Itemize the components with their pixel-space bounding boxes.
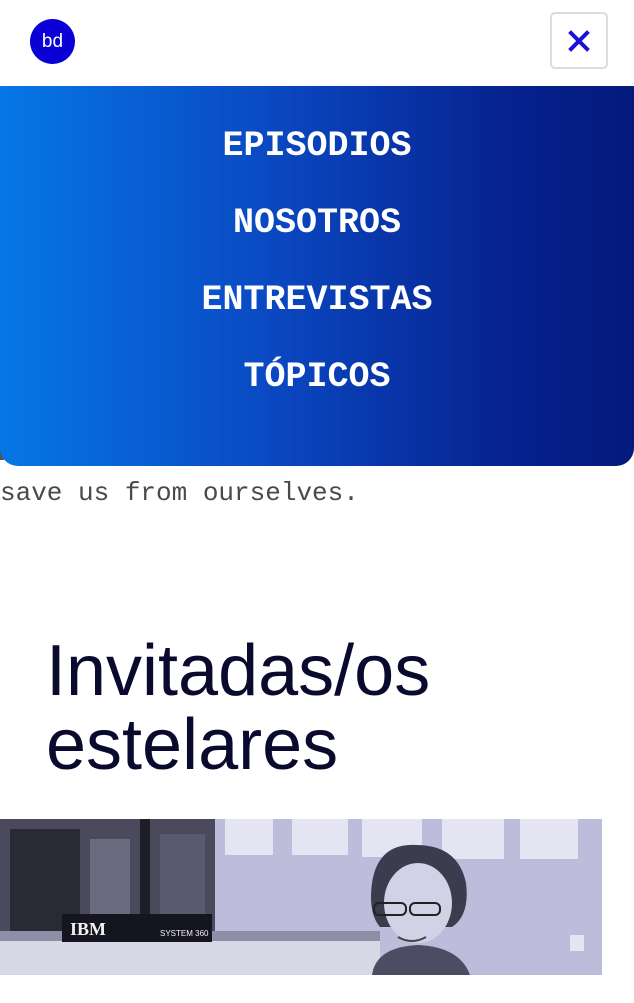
partial-description-text: save us from ourselves.	[0, 478, 359, 508]
section-title-line-1: Invitadas/os	[46, 631, 431, 711]
menu-item-entrevistas[interactable]: ENTREVISTAS	[0, 278, 634, 322]
machine-sign-text: SYSTEM 360	[160, 929, 209, 938]
close-icon	[568, 29, 590, 52]
close-menu-button[interactable]	[550, 12, 608, 69]
guest-photo-illustration: IBM SYSTEM 360	[0, 819, 602, 975]
section-title-line-2: estelares	[46, 705, 339, 785]
nav-menu-panel: EPISODIOS NOSOTROS ENTREVISTAS TÓPICOS	[0, 86, 634, 466]
menu-item-episodios[interactable]: EPISODIOS	[0, 124, 634, 168]
section-title: Invitadas/os estelares	[46, 634, 430, 782]
guest-photo[interactable]: IBM SYSTEM 360	[0, 819, 602, 975]
menu-item-topicos[interactable]: TÓPICOS	[0, 355, 634, 399]
ibm-sign-text: IBM	[70, 919, 106, 939]
site-header: bd	[0, 0, 634, 86]
menu-item-nosotros[interactable]: NOSOTROS	[0, 201, 634, 245]
site-logo[interactable]: bd	[30, 19, 75, 64]
